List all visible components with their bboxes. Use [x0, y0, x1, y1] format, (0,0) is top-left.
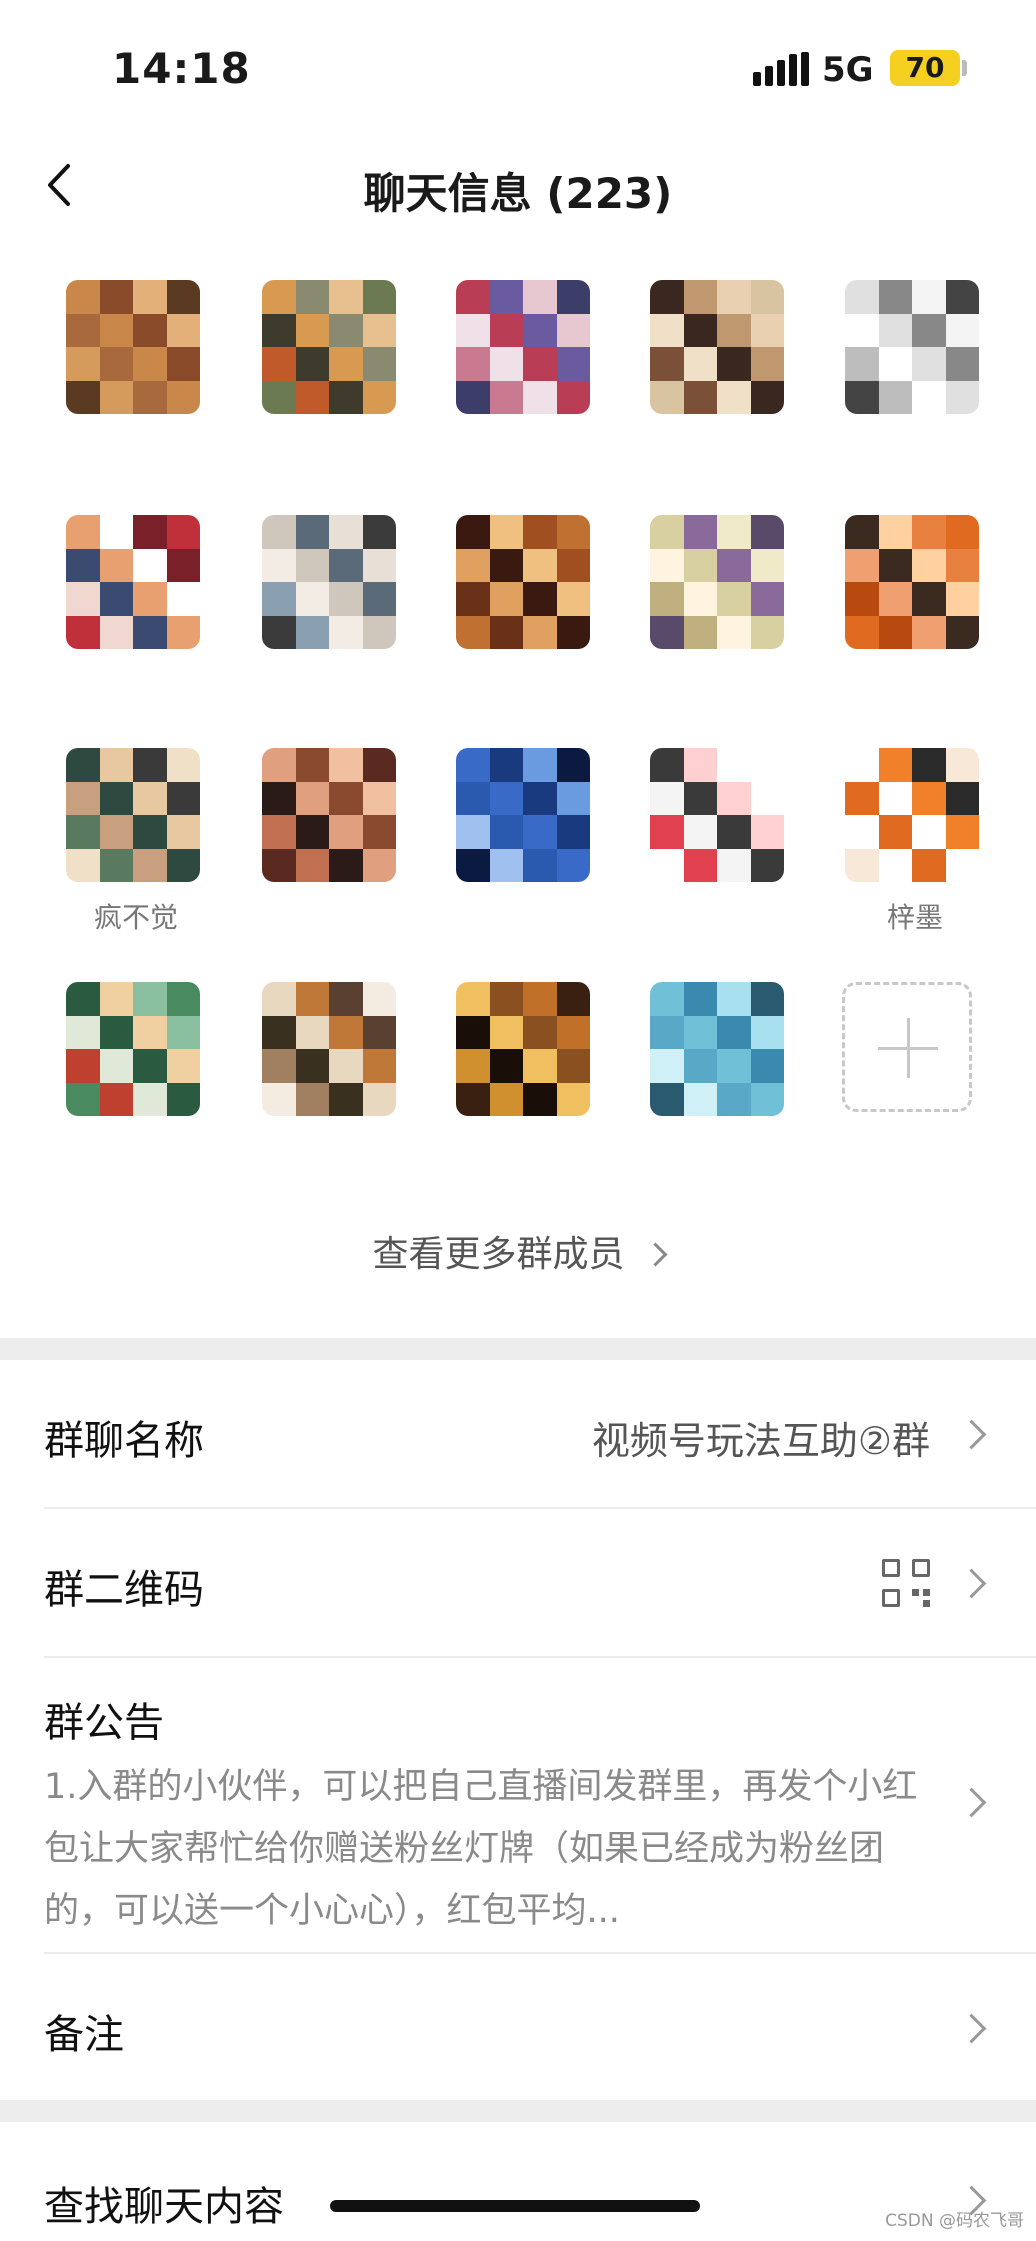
group-name-value: 视频号玩法互助②群	[591, 1419, 930, 1463]
member-avatar	[66, 515, 200, 649]
member-avatar	[262, 280, 396, 414]
member-item[interactable]: 梓墨	[845, 748, 985, 930]
member-item[interactable]	[456, 515, 596, 697]
member-item[interactable]: 疯不觉	[66, 748, 206, 930]
member-avatar	[262, 982, 396, 1116]
group-name-label: 群聊名称	[44, 1418, 204, 1464]
chevron-right-icon	[956, 1419, 987, 1450]
member-name	[262, 896, 402, 930]
member-item[interactable]	[650, 982, 790, 1164]
member-item[interactable]	[650, 748, 790, 930]
member-name	[262, 428, 402, 462]
member-item[interactable]	[650, 515, 790, 697]
member-name	[650, 896, 790, 930]
member-avatar	[650, 748, 784, 882]
member-avatar	[845, 280, 979, 414]
member-item[interactable]	[262, 515, 402, 697]
member-name: 疯不觉	[93, 901, 178, 930]
member-avatar	[845, 748, 979, 882]
battery-tip	[962, 60, 967, 76]
member-avatar	[262, 515, 396, 649]
section-separator	[0, 1338, 1036, 1360]
member-avatar	[456, 515, 590, 649]
member-item[interactable]	[262, 748, 402, 930]
group-notice-label: 群公告	[44, 1700, 164, 1746]
member-item[interactable]	[456, 982, 596, 1164]
member-name: 梓墨	[886, 901, 943, 930]
search-chat-label: 查找聊天内容	[44, 2184, 284, 2230]
network-type: 5G	[822, 50, 874, 90]
member-item[interactable]	[456, 748, 596, 930]
member-name	[262, 1130, 402, 1164]
member-name	[66, 1130, 206, 1164]
watermark: CSDN @码农飞哥	[885, 2211, 1024, 2231]
status-bar: 14:18 5G 70	[0, 0, 1036, 130]
member-avatar	[66, 280, 200, 414]
member-item[interactable]	[845, 280, 985, 462]
signal-icon	[753, 52, 809, 86]
search-chat-row[interactable]: 查找聊天内容	[0, 2122, 1036, 2241]
member-avatar	[456, 982, 590, 1116]
chevron-right-icon	[956, 1787, 987, 1818]
chevron-right-icon	[642, 1241, 668, 1267]
member-item[interactable]	[66, 280, 206, 462]
member-avatar	[845, 515, 979, 649]
member-name	[456, 663, 596, 697]
qr-code-icon	[882, 1559, 930, 1607]
member-avatar	[66, 748, 200, 882]
remark-label: 备注	[44, 2012, 124, 2058]
view-more-label: 查看更多群成员	[372, 1234, 625, 1275]
member-avatar	[456, 280, 590, 414]
plus-icon	[842, 982, 972, 1112]
view-more-members[interactable]: 查看更多群成员	[0, 1225, 1036, 1277]
member-item[interactable]	[262, 280, 402, 462]
member-name	[262, 663, 402, 697]
member-avatar	[66, 982, 200, 1116]
member-name	[650, 1130, 790, 1164]
battery-icon: 70	[890, 50, 960, 86]
member-name	[456, 428, 596, 462]
member-item[interactable]	[456, 280, 596, 462]
home-indicator[interactable]	[330, 2200, 700, 2212]
member-item[interactable]	[262, 982, 402, 1164]
member-avatar	[262, 748, 396, 882]
group-notice-text: 1.入群的小伙伴，可以把自己直播间发群里，再发个小红包让大家帮忙给你赠送粉丝灯牌…	[44, 1767, 918, 1931]
member-name	[66, 663, 206, 697]
group-qr-label: 群二维码	[44, 1567, 204, 1613]
status-time: 14:18	[112, 44, 251, 93]
member-name	[650, 663, 790, 697]
member-item[interactable]	[66, 515, 206, 697]
member-item[interactable]	[650, 280, 790, 462]
chevron-right-icon	[956, 2013, 987, 2044]
member-name	[650, 428, 790, 462]
member-name	[845, 428, 985, 462]
add-member-button[interactable]	[842, 982, 982, 1112]
page-title: 聊天信息 (223)	[363, 169, 673, 218]
member-avatar	[650, 280, 784, 414]
chevron-right-icon	[956, 1568, 987, 1599]
section-separator	[0, 2100, 1036, 2122]
group-name-row[interactable]: 群聊名称 视频号玩法互助②群	[0, 1360, 1036, 1508]
nav-bar: 聊天信息 (223)	[0, 130, 1036, 240]
member-avatar	[650, 982, 784, 1116]
member-name	[456, 896, 596, 930]
group-qr-row[interactable]: 群二维码	[0, 1509, 1036, 1657]
member-item[interactable]	[845, 515, 985, 697]
member-item[interactable]	[66, 982, 206, 1164]
member-avatar	[456, 748, 590, 882]
member-name	[845, 663, 985, 697]
member-name	[66, 428, 206, 462]
member-avatar	[650, 515, 784, 649]
member-name	[456, 1130, 596, 1164]
remark-row[interactable]: 备注	[0, 1954, 1036, 2100]
group-notice-row[interactable]: 群公告 1.入群的小伙伴，可以把自己直播间发群里，再发个小红包让大家帮忙给你赠送…	[0, 1658, 1036, 1950]
